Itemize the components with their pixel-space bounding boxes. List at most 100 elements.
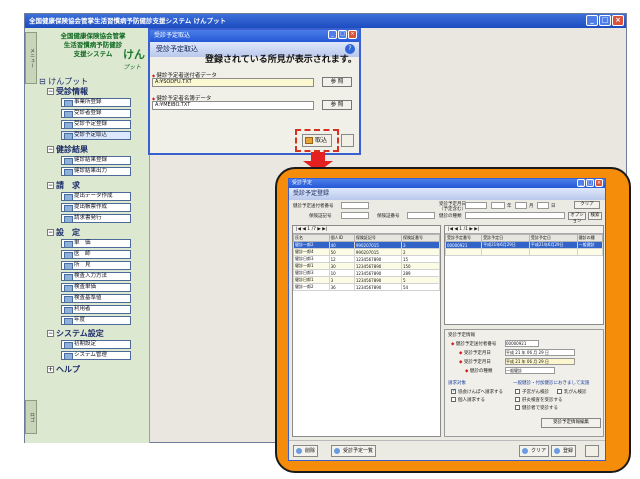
nav-tanka[interactable]: 単 価: [61, 239, 131, 248]
table-row[interactable]: 健診日郎3 10 1234567890 289: [293, 269, 441, 277]
close-door-icon[interactable]: [341, 134, 354, 147]
nav-riyousha[interactable]: 利用者: [61, 305, 131, 314]
search-num-input[interactable]: [407, 212, 435, 219]
cell-num: 289: [400, 269, 441, 277]
cell-num: 54: [400, 283, 441, 291]
nav-jigyousho[interactable]: 事業所登録: [61, 98, 131, 107]
column-header[interactable]: 健診の種: [576, 234, 604, 242]
column-header[interactable]: 受診予定日: [481, 234, 530, 242]
claim-option-1[interactable]: 協会けんぽへ請求する: [451, 388, 503, 395]
cell-name: 健診一郎2: [293, 283, 330, 291]
sidebar: メニュー ロゴ 全国健康保険協会管掌 生活習慣病予防健診 支援システム けん プ…: [25, 28, 150, 443]
detail-kind-select[interactable]: 一般健診: [505, 367, 555, 374]
dialog-maximize-button[interactable]: □: [338, 30, 347, 39]
close-button[interactable]: ×: [612, 15, 624, 26]
nav-kekka-touroku[interactable]: 健診結果登録: [61, 156, 131, 165]
nav-nendo[interactable]: 年度: [61, 316, 131, 325]
detail-id-input[interactable]: 00000921: [505, 340, 539, 347]
nav-ishi[interactable]: 医 師: [61, 250, 131, 259]
roster-data-input[interactable]: A:¥MEIBO.TXT: [152, 101, 314, 110]
edit-schedule-button[interactable]: 受診予定情報編集: [541, 418, 601, 428]
cell-name: 健診一郎2: [293, 241, 330, 249]
nav-teishutsu-data[interactable]: 提出データ作成: [61, 192, 131, 201]
person-grid-nav[interactable]: |◀ ◀ 1 /7 ▶ ▶|: [293, 226, 440, 234]
nav-kekka-shutsuryoku[interactable]: 健診結果出力: [61, 167, 131, 176]
section-settei[interactable]: − 設 定: [47, 227, 80, 238]
search-sign-input[interactable]: [341, 212, 369, 219]
column-header[interactable]: 受診予定日: [528, 234, 578, 242]
extra-option-4-label: 健診者で受診する: [522, 406, 558, 411]
option-button[interactable]: オプション: [568, 212, 586, 224]
nav-shoken[interactable]: 所 見: [61, 261, 131, 270]
dialog-close-button[interactable]: ×: [595, 179, 603, 187]
column-header[interactable]: 氏名: [293, 234, 330, 242]
dialog-close-button[interactable]: ×: [348, 30, 357, 39]
checkbox-icon: [515, 397, 520, 402]
extra-option-3[interactable]: 肝炎検査を受診する: [515, 397, 563, 403]
nav-kensa-tanka[interactable]: 検査単価: [61, 283, 131, 292]
section-kekka[interactable]: − 健診結果: [47, 144, 88, 155]
claim-option-2[interactable]: 個人請求する: [451, 397, 485, 403]
cell-sign: 990207015: [353, 248, 402, 256]
cell-id: 36: [328, 283, 355, 291]
extra-option-4[interactable]: 健診者で受診する: [515, 405, 558, 411]
table-row[interactable]: 健診一郎1 30 1234567890 150: [293, 262, 441, 270]
delete-button[interactable]: 削除: [293, 445, 319, 457]
cell-id: 50: [328, 248, 355, 256]
schedule-list-button-label: 受診予定一覧: [343, 448, 374, 454]
extra-option-1[interactable]: 子宮がん検診: [515, 389, 549, 395]
extra-option-2[interactable]: 乳がん検診: [557, 389, 587, 395]
import-dialog-titlebar: 受診予定取込 _ □ ×: [150, 30, 359, 42]
table-row[interactable]: 健診日郎3 12 1234567890 15: [293, 255, 441, 263]
section-seikyu[interactable]: − 請 求: [47, 180, 80, 191]
import-button[interactable]: 取込: [302, 134, 332, 147]
sender-data-input[interactable]: A:¥SODFU.TXT: [152, 78, 314, 87]
nav-seikyusho[interactable]: 請求書発行: [61, 214, 131, 223]
search-button[interactable]: 検索: [588, 212, 602, 220]
table-row[interactable]: 00000921 平成21年6月29日 平成21年6月29日 一般健診: [444, 241, 604, 249]
search-era-select[interactable]: [465, 202, 487, 209]
detail-date2-input[interactable]: 平成 21 年 06 月 29 日: [505, 358, 575, 365]
dialog-minimize-button[interactable]: _: [577, 179, 585, 187]
column-header[interactable]: 個人ID: [328, 234, 355, 242]
search-day-input[interactable]: [537, 202, 549, 209]
nav-teishutsu-chouhyou[interactable]: 提出帳票作成: [61, 203, 131, 212]
search-clear-button[interactable]: クリア: [574, 201, 600, 209]
section-jushin[interactable]: − 受診情報: [47, 86, 88, 97]
search-kind-select[interactable]: [465, 212, 565, 219]
column-header[interactable]: 受診予定番号: [444, 234, 483, 242]
sidebar-vtab-logo[interactable]: ロゴ: [25, 400, 37, 434]
register-button[interactable]: 登録: [551, 445, 577, 457]
table-row[interactable]: 健診一郎4 50 990207015 2: [293, 248, 441, 256]
schedule-grid-nav[interactable]: |◀ ◀ 1 /1 ▶ ▶|: [445, 226, 603, 234]
section-help[interactable]: + ヘルプ: [47, 364, 80, 375]
column-header[interactable]: 保険証番号: [400, 234, 441, 242]
roster-ref-button[interactable]: 参 照: [322, 100, 352, 110]
nav-kensa-nyuryoku[interactable]: 検査入力方法: [61, 272, 131, 281]
minimize-button[interactable]: _: [586, 15, 598, 26]
detail-date-input[interactable]: 平成 21 年 06 月 29 日: [505, 349, 575, 356]
nav-yotei-torikomi[interactable]: 受診予定取込: [61, 131, 131, 140]
search-year-input[interactable]: [491, 202, 505, 209]
dialog-maximize-button[interactable]: □: [586, 179, 594, 187]
close-door-icon[interactable]: [585, 445, 599, 457]
table-row[interactable]: [444, 248, 604, 256]
nav-system-kanri[interactable]: システム管理: [61, 351, 131, 360]
nav-yotei-touroku[interactable]: 受診予定登録: [61, 120, 131, 129]
table-row[interactable]: 健診一郎2 40 990207015 3: [293, 241, 441, 249]
nav-shoki-settei[interactable]: 初期設定: [61, 340, 131, 349]
clear-button[interactable]: クリア: [519, 445, 550, 457]
dialog-minimize-button[interactable]: _: [328, 30, 337, 39]
schedule-list-button[interactable]: 受診予定一覧: [331, 445, 377, 457]
table-row[interactable]: 健診一郎2 36 1234567890 54: [293, 283, 441, 291]
nav-jushinsha[interactable]: 受診者登録: [61, 109, 131, 118]
search-month-input[interactable]: [515, 202, 527, 209]
column-header[interactable]: 保険証記号: [353, 234, 402, 242]
section-system[interactable]: − システム設定: [47, 328, 104, 339]
search-id-input[interactable]: [341, 202, 369, 209]
sidebar-vtab-menu[interactable]: メニュー: [25, 32, 37, 84]
sender-ref-button[interactable]: 参 照: [322, 77, 352, 87]
nav-kensa-kijunchi[interactable]: 検査基準値: [61, 294, 131, 303]
table-row[interactable]: 健診日郎1 3 1234567890 5: [293, 276, 441, 284]
maximize-button[interactable]: □: [599, 15, 611, 26]
